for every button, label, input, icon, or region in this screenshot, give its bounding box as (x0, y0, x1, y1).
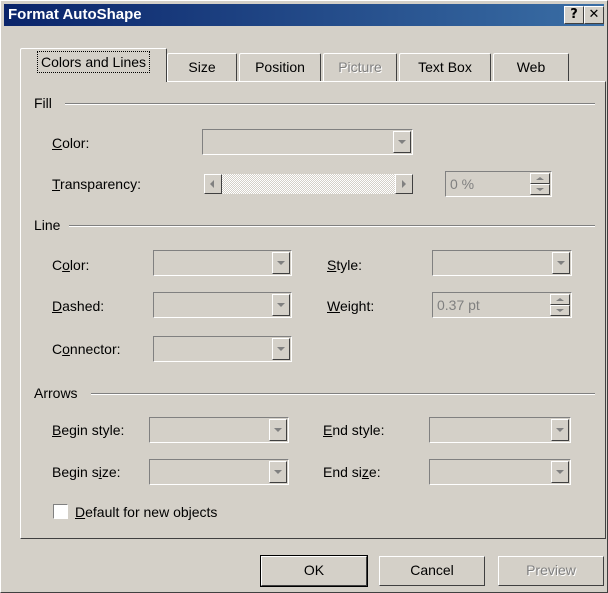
help-button[interactable]: ? (564, 6, 584, 24)
close-button[interactable]: ✕ (584, 6, 604, 24)
tab-text-box[interactable]: Text Box (399, 53, 491, 81)
cancel-button[interactable]: Cancel (379, 556, 485, 586)
tab-picture: Picture (323, 53, 397, 81)
tab-label: Colors and Lines (36, 51, 151, 73)
dialog-title: Format AutoShape (8, 6, 142, 23)
tab-web[interactable]: Web (493, 53, 569, 81)
preview-button: Preview (498, 556, 604, 586)
title-bar[interactable]: Format AutoShape ? ✕ (4, 4, 604, 26)
ok-button[interactable]: OK (260, 555, 368, 587)
tab-colors-and-lines[interactable]: Colors and Lines (20, 48, 167, 82)
format-autoshape-dialog: Format AutoShape ? ✕ Colors and Lines Si… (0, 0, 608, 593)
tab-panel (20, 81, 606, 539)
tab-size[interactable]: Size (167, 53, 237, 81)
tab-position[interactable]: Position (239, 53, 321, 81)
